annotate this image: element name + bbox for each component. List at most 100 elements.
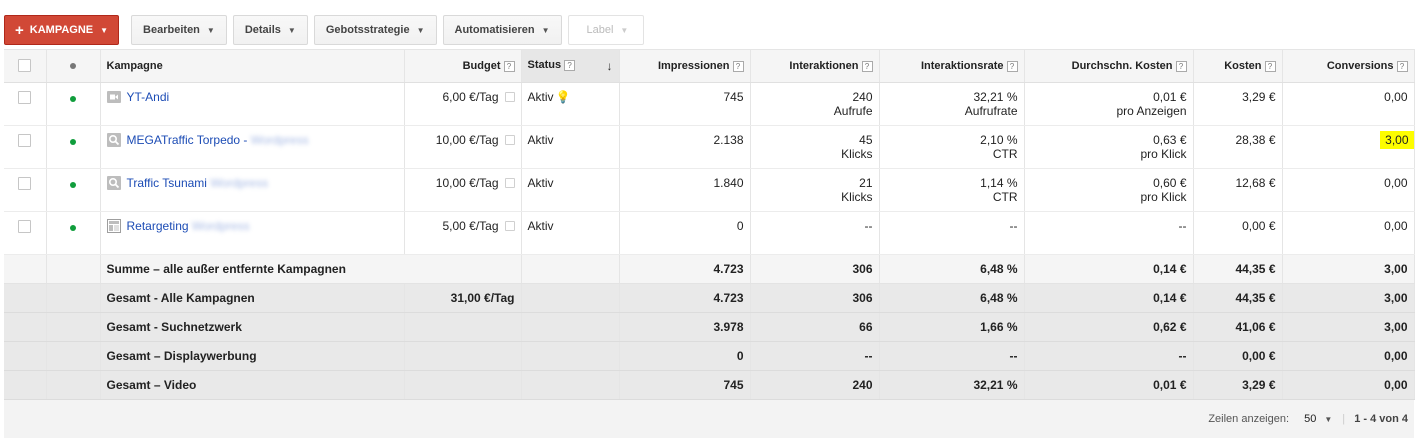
row-checkbox[interactable] [18, 134, 32, 147]
budget-cell: 5,00 €/Tag [404, 211, 522, 255]
help-icon[interactable]: ? [732, 60, 744, 72]
budget-chart-icon[interactable] [504, 178, 515, 188]
cost-value: 3,29 € [1242, 90, 1276, 104]
totals-label: Gesamt - Alle Kampagnen [100, 283, 405, 313]
column-avg-cost[interactable]: Durchschn. Kosten? [1024, 49, 1194, 83]
campaign-name-blurred: Wordpress [250, 133, 309, 147]
table-row: Retargeting Wordpress 5,00 €/Tag Aktiv 0… [4, 211, 1415, 255]
empty-cell [4, 283, 47, 313]
campaign-link[interactable]: Retargeting Wordpress [127, 219, 250, 233]
chevron-down-icon[interactable]: ▼ [1324, 415, 1332, 424]
campaign-link[interactable]: MEGATraffic Torpedo - Wordpress [127, 133, 309, 147]
campaign-link[interactable]: YT-Andi [127, 90, 170, 104]
status-cell: Aktiv [521, 125, 620, 169]
avg-cost-unit: pro Anzeigen [1116, 104, 1187, 118]
column-avg-cost-label: Durchschn. Kosten [1071, 60, 1173, 72]
column-cost[interactable]: Kosten? [1193, 49, 1283, 83]
budget-value: 5,00 €/Tag [442, 219, 499, 233]
totals-impressions: 4.723 [619, 283, 751, 313]
column-budget[interactable]: Budget? [404, 49, 522, 83]
chevron-down-icon: ▼ [100, 25, 109, 35]
campaign-table: Kampagne Budget? Status? ↓ Impressionen? … [4, 49, 1415, 438]
impressions-value: 2.138 [713, 133, 744, 147]
column-interaction-rate[interactable]: Interaktionsrate? [879, 49, 1025, 83]
totals-rate: 1,66 % [879, 312, 1025, 342]
automate-dropdown[interactable]: Automatisieren ▼ [442, 15, 562, 45]
avg-cost-unit: pro Klick [1140, 190, 1187, 204]
totals-rate: 6,48 % [879, 283, 1025, 313]
budget-chart-icon[interactable] [504, 135, 515, 145]
lightbulb-icon[interactable]: 💡 [556, 90, 571, 104]
campaign-name: MEGATraffic Torpedo - [126, 133, 251, 147]
help-icon[interactable]: ? [861, 60, 873, 72]
totals-interactions: 306 [750, 254, 880, 284]
row-checkbox[interactable] [18, 177, 32, 190]
interactions-value: 45 [859, 133, 873, 147]
status-dot-header[interactable] [46, 49, 101, 83]
details-dropdown[interactable]: Details ▼ [232, 15, 308, 45]
help-icon[interactable]: ? [564, 59, 576, 71]
label-dropdown[interactable]: Label ▼ [567, 15, 645, 45]
totals-cost: 0,00 € [1193, 341, 1283, 371]
campaign-link[interactable]: Traffic Tsunami Wordpress [127, 176, 269, 190]
chevron-down-icon: ▼ [287, 25, 296, 35]
interactions-cell: 240 Aufrufe [750, 82, 880, 126]
help-icon[interactable]: ? [503, 60, 515, 72]
page-range: 1 - 4 von 4 [1354, 412, 1408, 425]
row-select-cell[interactable] [4, 168, 47, 212]
column-status[interactable]: Status? ↓ [521, 49, 620, 83]
row-select-cell[interactable] [4, 125, 47, 169]
totals-cost: 41,06 € [1193, 312, 1283, 342]
help-icon[interactable]: ? [1006, 60, 1018, 72]
help-icon[interactable]: ? [1264, 60, 1276, 72]
conversions-cell: 0,00 [1282, 168, 1415, 212]
rate-unit: CTR [992, 147, 1018, 161]
rows-per-page-select[interactable]: 50 [1304, 413, 1316, 425]
totals-budget [404, 312, 522, 342]
column-campaign-label: Kampagne [106, 60, 163, 72]
budget-chart-icon[interactable] [504, 92, 515, 102]
row-select-cell[interactable] [4, 211, 47, 255]
empty-cell [46, 254, 101, 284]
conversions-value: 0,00 [1384, 176, 1408, 190]
column-impressions-label: Impressionen [657, 60, 730, 72]
row-checkbox[interactable] [18, 220, 32, 233]
budget-cell: 10,00 €/Tag [404, 125, 522, 169]
row-select-cell[interactable] [4, 82, 47, 126]
column-conversions[interactable]: Conversions? [1282, 49, 1415, 83]
totals-interactions: -- [750, 341, 880, 371]
interactions-value: 240 [852, 90, 873, 104]
edit-dropdown[interactable]: Bearbeiten ▼ [131, 15, 227, 45]
bid-strategy-dropdown[interactable]: Gebotsstrategie ▼ [313, 15, 437, 45]
totals-row: Gesamt - Suchnetzwerk 3.978 66 1,66 % 0,… [4, 312, 1415, 342]
help-icon[interactable]: ? [1175, 60, 1187, 72]
campaign-name-cell: MEGATraffic Torpedo - Wordpress [100, 125, 405, 169]
avg-cost-cell: 0,01 € pro Anzeigen [1024, 82, 1194, 126]
cost-value: 0,00 € [1242, 219, 1276, 233]
rows-per-page-label: Zeilen anzeigen: [1208, 412, 1290, 425]
row-checkbox[interactable] [18, 91, 32, 104]
totals-conversions: 0,00 [1282, 341, 1415, 371]
table-row: YT-Andi 6,00 €/Tag Aktiv 💡 745 240 Aufrufe… [4, 82, 1415, 126]
search-icon [106, 133, 121, 147]
select-all-cell[interactable] [4, 49, 47, 83]
plus-icon: + [15, 21, 24, 39]
cost-cell: 12,68 € [1193, 168, 1283, 212]
budget-chart-icon[interactable] [504, 221, 515, 231]
help-icon[interactable]: ? [1396, 60, 1408, 72]
budget-value: 10,00 €/Tag [435, 176, 499, 190]
new-campaign-button[interactable]: + KAMPAGNE ▼ [4, 15, 120, 45]
column-interactions[interactable]: Interaktionen? [750, 49, 880, 83]
column-impressions[interactable]: Impressionen? [619, 49, 751, 83]
enabled-dot-icon [70, 139, 76, 145]
status-value: Aktiv [527, 133, 554, 147]
bid-strategy-label: Gebotsstrategie [325, 24, 410, 36]
campaign-name-blurred: Wordpress [210, 176, 269, 190]
avg-cost-value: 0,63 € [1153, 133, 1187, 147]
campaign-name: Retargeting [126, 219, 192, 233]
totals-impressions: 3.978 [619, 312, 751, 342]
avg-cost-value: 0,60 € [1153, 176, 1187, 190]
conversions-cell: 0,00 [1282, 211, 1415, 255]
select-all-checkbox[interactable] [18, 58, 32, 72]
column-campaign[interactable]: Kampagne [100, 49, 405, 83]
